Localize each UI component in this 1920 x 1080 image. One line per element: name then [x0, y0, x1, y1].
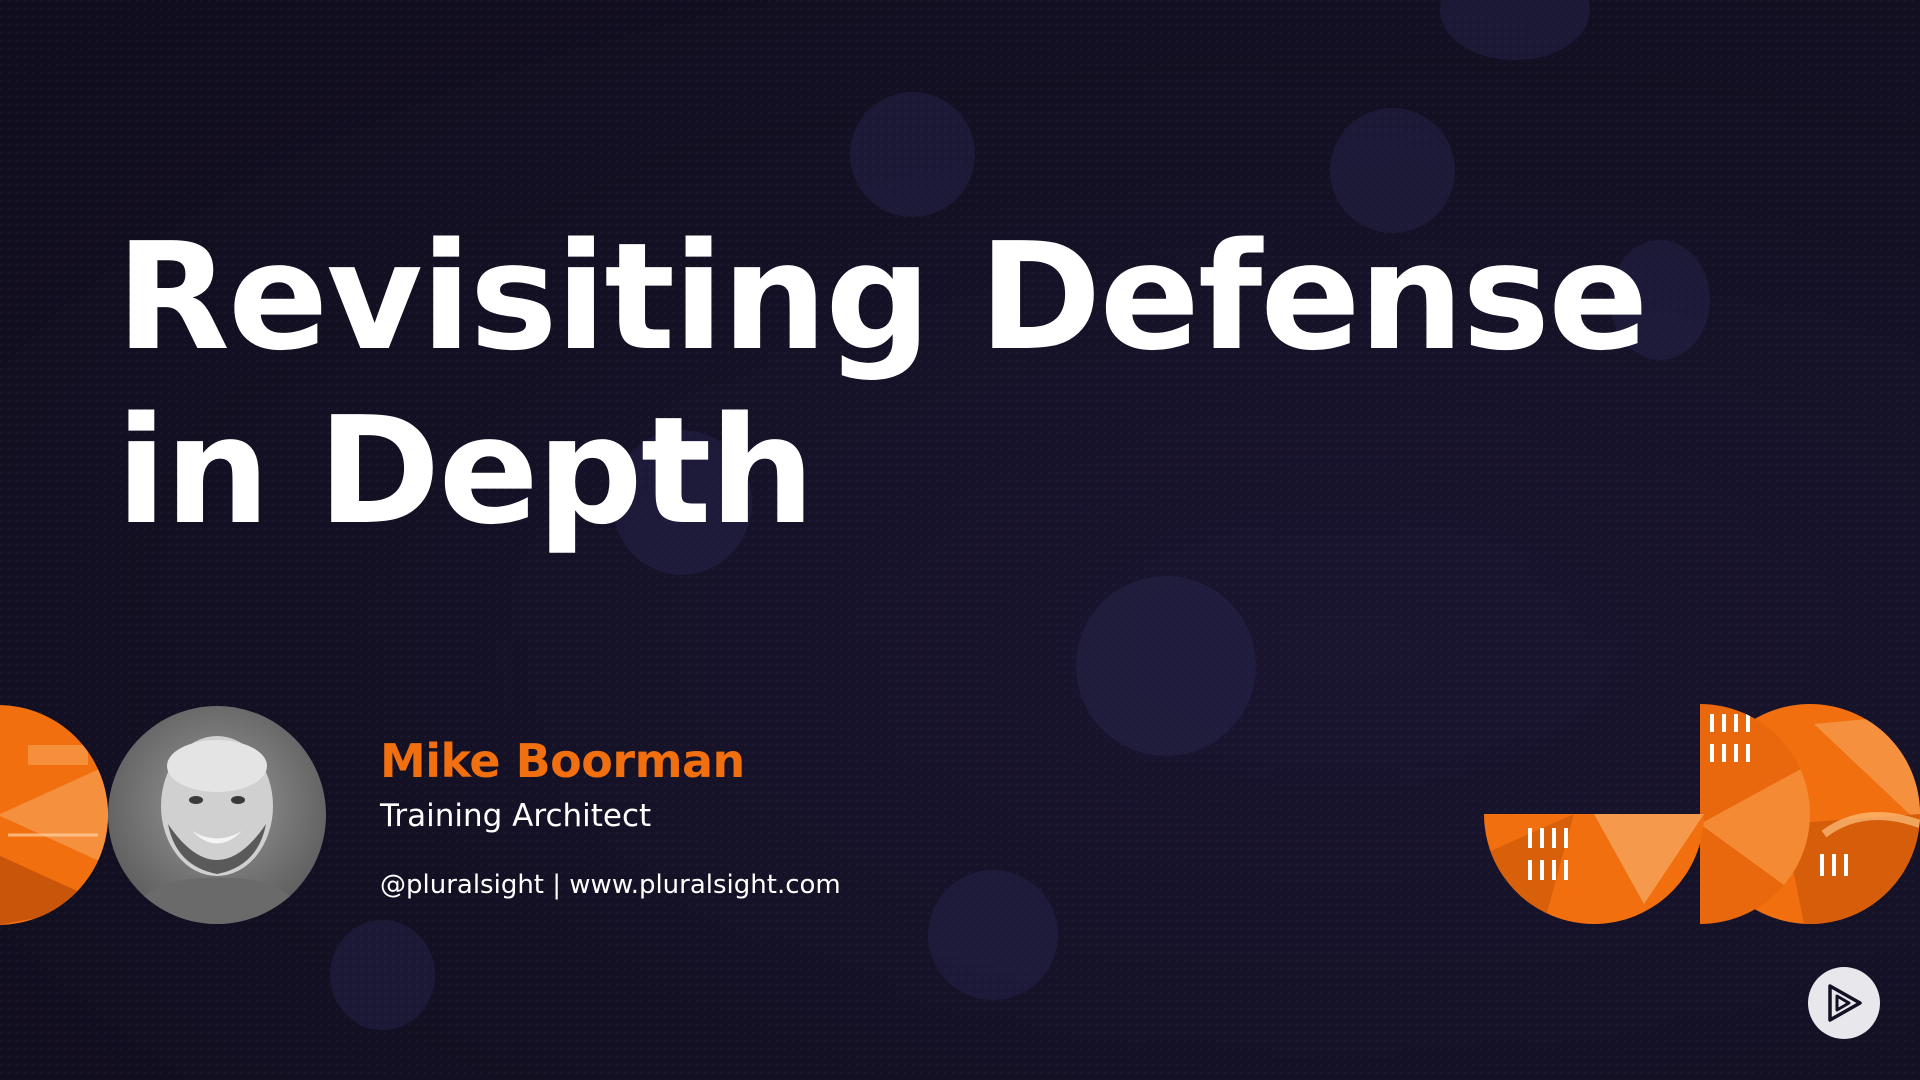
title-slide: Revisiting Defense in Depth Mike Boorman…: [0, 0, 1920, 1080]
presenter-links: @pluralsight | www.pluralsight.com: [380, 870, 841, 900]
background-bubble: [330, 920, 435, 1030]
pluralsight-play-icon: [1828, 984, 1862, 1022]
decorative-shape-left: [0, 705, 108, 925]
background-bubble: [1076, 576, 1256, 756]
presenter-name: Mike Boorman: [380, 734, 745, 788]
slide-title: Revisiting Defense in Depth: [116, 211, 1649, 557]
presenter-avatar: [108, 706, 326, 924]
presenter-role: Training Architect: [380, 798, 652, 834]
person-icon: [128, 736, 306, 924]
background-bubble: [928, 870, 1058, 1000]
background-bubble: [1440, 0, 1590, 60]
pluralsight-logo-button[interactable]: [1808, 967, 1880, 1039]
background-bubble: [850, 92, 975, 217]
decorative-shape-right: [1484, 704, 1920, 924]
